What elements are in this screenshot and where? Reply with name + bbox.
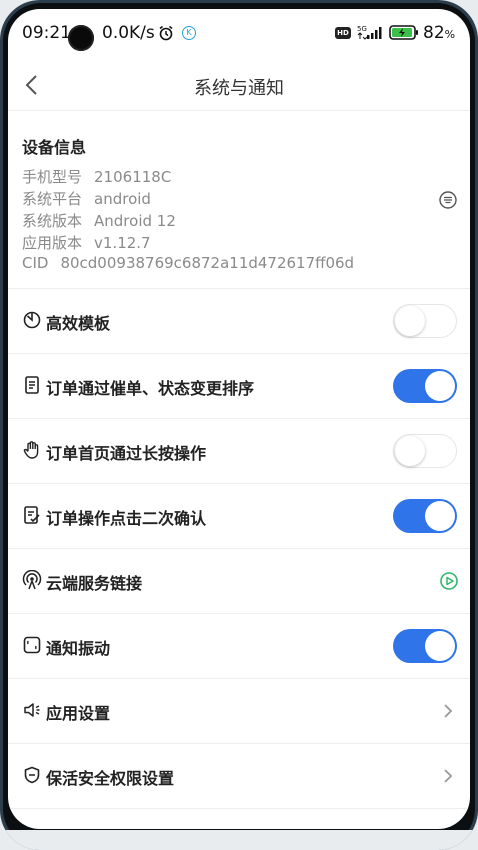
info-label: CID — [22, 254, 49, 272]
play-icon[interactable] — [439, 571, 459, 591]
info-value: Android 12 — [94, 212, 176, 230]
setting-label: 保活安全权限设置 — [46, 769, 175, 788]
setting-long-press: 订单首页通过长按操作 — [8, 419, 470, 483]
setting-efficient-template: 高效模板 — [8, 289, 470, 353]
toggle-knob — [395, 306, 425, 336]
divider — [8, 110, 470, 111]
info-value: 80cd00938769c6872a11d472617ff06d — [60, 254, 355, 272]
screen: 09:21 0.0K/s K HD 5G 82% 系统与通知 设备信息 手机型号… — [8, 9, 470, 829]
setting-label: 应用设置 — [46, 704, 111, 723]
setting-double-confirm: 订单操作点击二次确认 — [8, 484, 470, 548]
vibration-toggle[interactable] — [393, 629, 457, 663]
document-icon — [25, 376, 39, 394]
setting-keepalive-permissions[interactable]: 保活安全权限设置 — [8, 744, 470, 808]
info-row-cid: CID 80cd00938769c6872a11d472617ff06d — [22, 254, 354, 272]
info-row-model: 手机型号 2106118C — [22, 166, 171, 187]
vibrate-icon — [23, 636, 41, 654]
toggle-knob — [425, 371, 455, 401]
info-row-os-version: 系统版本 Android 12 — [22, 210, 176, 231]
battery-unit: % — [444, 28, 456, 41]
setting-label: 订单通过催单、状态变更排序 — [46, 379, 255, 398]
toggle-knob — [425, 631, 455, 661]
order-sort-toggle[interactable] — [393, 369, 457, 403]
shield-icon — [24, 766, 40, 784]
setting-order-sort: 订单通过催单、状态变更排序 — [8, 354, 470, 418]
info-label: 系统平台 — [22, 190, 83, 208]
battery-level: 82% — [423, 23, 455, 43]
info-value: v1.12.7 — [94, 234, 151, 252]
phone-frame: 09:21 0.0K/s K HD 5G 82% 系统与通知 设备信息 手机型号… — [0, 0, 478, 850]
info-label: 应用版本 — [22, 234, 83, 252]
bottom-strip — [0, 830, 478, 850]
setting-label: 云端服务链接 — [46, 574, 143, 593]
alarm-icon — [159, 25, 173, 41]
setting-vibration: 通知振动 — [8, 614, 470, 678]
front-camera — [68, 25, 94, 51]
setting-cloud-service[interactable]: 云端服务链接 — [8, 549, 470, 613]
info-row-platform: 系统平台 android — [22, 188, 151, 209]
network-label: 5G — [357, 25, 367, 33]
toggle-knob — [425, 501, 455, 531]
setting-label: 通知振动 — [46, 639, 111, 658]
k-icon: K — [182, 26, 196, 40]
efficient-template-toggle[interactable] — [393, 304, 457, 338]
chevron-right-icon — [444, 704, 453, 718]
timer-icon — [23, 311, 41, 329]
setting-label: 订单首页通过长按操作 — [46, 444, 207, 463]
setting-app-settings[interactable]: 应用设置 — [8, 679, 470, 743]
info-value: 2106118C — [94, 168, 172, 186]
toggle-knob — [395, 436, 425, 466]
double-confirm-toggle[interactable] — [393, 499, 457, 533]
info-label: 系统版本 — [22, 212, 83, 230]
hand-icon — [23, 441, 39, 459]
setting-label: 订单操作点击二次确认 — [46, 509, 207, 528]
status-bar: 09:21 0.0K/s K HD 5G 82% — [8, 9, 470, 55]
speaker-icon — [24, 703, 40, 717]
hd-icon: HD — [335, 27, 351, 39]
setting-label: 高效模板 — [46, 314, 111, 333]
battery-value: 82 — [423, 23, 445, 43]
battery-charging-icon — [389, 25, 418, 40]
signal-5g-icon: 5G — [357, 25, 382, 40]
status-net-speed: 0.0K/s — [102, 23, 155, 43]
info-value: android — [94, 190, 151, 208]
device-info-title: 设备信息 — [22, 138, 87, 157]
page-header: 系统与通知 — [8, 59, 470, 111]
info-row-app-version: 应用版本 v1.12.7 — [22, 232, 151, 253]
divider — [8, 808, 470, 809]
info-label: 手机型号 — [22, 168, 83, 186]
signal-tower-icon — [22, 570, 42, 590]
list-circle-icon[interactable] — [438, 190, 458, 210]
status-time: 09:21 — [22, 23, 71, 43]
page-title: 系统与通知 — [194, 78, 284, 99]
checklist-icon — [24, 506, 40, 524]
long-press-toggle[interactable] — [393, 434, 457, 468]
chevron-right-icon — [444, 769, 453, 783]
